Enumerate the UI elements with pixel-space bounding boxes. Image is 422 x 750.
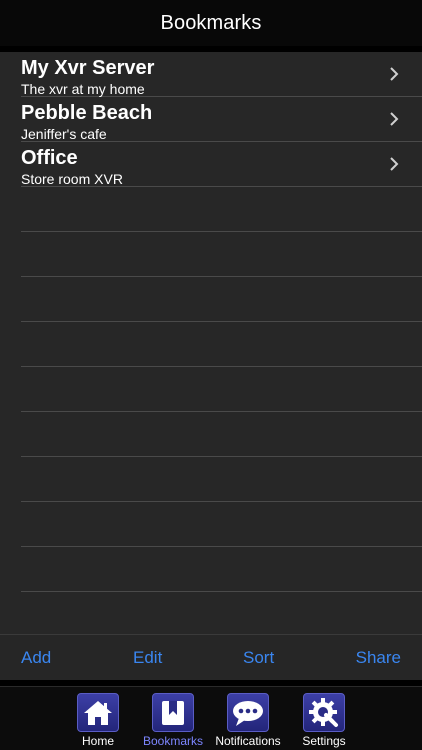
empty-row <box>21 547 422 592</box>
chevron-right-icon <box>390 157 399 171</box>
empty-row <box>21 412 422 457</box>
bookmark-subtitle: Jeniffer's cafe <box>21 126 107 142</box>
tab-home[interactable]: Home <box>58 693 138 750</box>
sort-button[interactable]: Sort <box>243 648 274 668</box>
bookmark-title: Pebble Beach <box>21 102 153 124</box>
bookmark-title: Office <box>21 147 78 169</box>
empty-row <box>21 277 422 322</box>
page-title: Bookmarks <box>160 11 262 34</box>
empty-row <box>21 502 422 547</box>
share-button[interactable]: Share <box>356 648 401 668</box>
tab-label: Bookmarks <box>142 734 204 748</box>
empty-row <box>21 457 422 502</box>
chat-bubble-icon <box>227 693 269 732</box>
edit-button[interactable]: Edit <box>133 648 162 668</box>
bookmark-row[interactable]: My Xvr Server The xvr at my home <box>21 52 422 97</box>
tab-bar: Home Bookmarks Notifications Settings <box>0 686 422 750</box>
empty-row <box>21 187 422 232</box>
bookmark-subtitle: The xvr at my home <box>21 81 145 97</box>
empty-row <box>21 322 422 367</box>
tab-label: Home <box>81 734 114 748</box>
bookmark-row[interactable]: Office Store room XVR <box>21 142 422 187</box>
tab-label: Notifications <box>215 734 281 748</box>
empty-row <box>21 592 422 634</box>
navigation-bar: Bookmarks <box>0 0 422 46</box>
chevron-right-icon <box>390 67 399 81</box>
gear-wrench-icon <box>303 693 345 732</box>
tab-notifications[interactable]: Notifications <box>208 693 288 750</box>
chevron-right-icon <box>390 112 399 126</box>
empty-row <box>21 232 422 277</box>
bookmark-list: My Xvr Server The xvr at my home Pebble … <box>0 52 422 634</box>
bookmark-subtitle: Store room XVR <box>21 171 123 187</box>
tab-label: Settings <box>302 734 346 748</box>
bottom-toolbar: Add Edit Sort Share <box>0 634 422 680</box>
add-button[interactable]: Add <box>21 648 51 668</box>
bookmark-row[interactable]: Pebble Beach Jeniffer's cafe <box>21 97 422 142</box>
tab-settings[interactable]: Settings <box>284 693 364 750</box>
bookmark-icon <box>152 693 194 732</box>
bookmark-title: My Xvr Server <box>21 57 155 79</box>
empty-row <box>21 367 422 412</box>
tab-bookmarks[interactable]: Bookmarks <box>133 693 213 750</box>
home-icon <box>77 693 119 732</box>
